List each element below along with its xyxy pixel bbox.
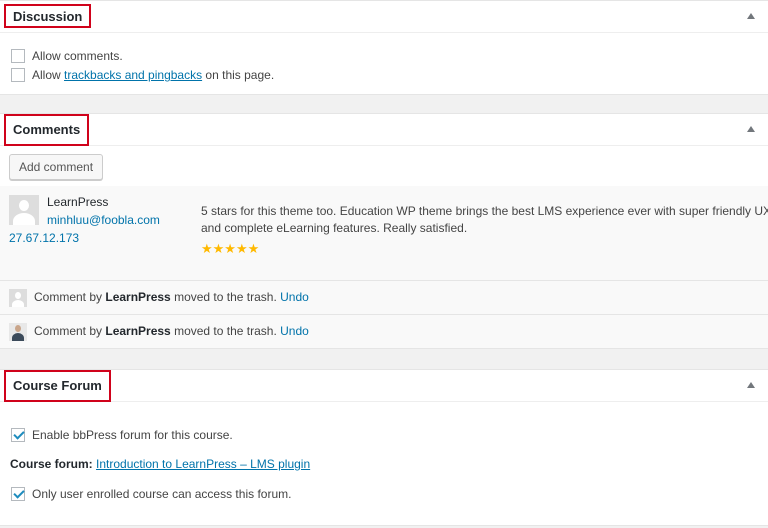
add-comment-button[interactable]: Add comment <box>9 154 104 180</box>
avatar <box>9 323 27 341</box>
rating-stars: ★★★★★ <box>201 241 260 256</box>
course-forum-header[interactable]: Course Forum <box>0 370 768 402</box>
discussion-panel: Discussion Allow comments. Allow trackba… <box>0 0 768 95</box>
undo-link[interactable]: Undo <box>280 324 309 338</box>
discussion-title: Discussion <box>4 4 92 28</box>
course-forum-link[interactable]: Introduction to LearnPress – LMS plugin <box>96 457 310 471</box>
course-forum-label: Course forum: <box>10 457 93 471</box>
discussion-header[interactable]: Discussion <box>0 1 768 33</box>
trash-notice-prefix: Comment by <box>34 324 106 338</box>
trackbacks-link[interactable]: trackbacks and pingbacks <box>64 68 202 82</box>
trash-notice-author: LearnPress <box>105 290 171 304</box>
restrict-access-checkbox[interactable] <box>11 487 25 501</box>
trash-notice-prefix: Comment by <box>34 290 106 304</box>
trash-notice-text: Comment by LearnPress moved to the trash… <box>34 289 309 305</box>
undo-link[interactable]: Undo <box>280 290 309 304</box>
comment-text-line-2: and complete eLearning features. Really … <box>201 221 468 235</box>
comments-title: Comments <box>4 114 90 146</box>
trash-notice-text: Comment by LearnPress moved to the trash… <box>34 323 309 339</box>
trash-notice: Comment by LearnPress moved to the trash… <box>0 314 768 348</box>
allow-trackbacks-checkbox[interactable] <box>11 68 25 82</box>
comment-author: LearnPress <box>47 195 109 209</box>
trash-notice-author: LearnPress <box>105 324 171 338</box>
course-forum-field: Course forum: Introduction to LearnPress… <box>10 456 310 472</box>
trash-notice-suffix: moved to the trash. <box>170 324 281 338</box>
trash-notice: Comment by LearnPress moved to the trash… <box>0 280 768 314</box>
collapse-arrow-icon[interactable] <box>747 382 755 388</box>
comment-text-line-1: 5 stars for this theme too. Education WP… <box>201 204 768 218</box>
collapse-arrow-icon[interactable] <box>747 126 755 132</box>
course-forum-panel: Course Forum Enable bbPress forum for th… <box>0 369 768 526</box>
enable-forum-checkbox[interactable] <box>11 428 25 442</box>
comments-header[interactable]: Comments <box>0 114 768 146</box>
avatar <box>9 195 39 225</box>
allow-trackbacks-label: Allow trackbacks and pingbacks on this p… <box>32 67 274 83</box>
course-forum-title: Course Forum <box>4 370 111 402</box>
avatar <box>9 289 27 307</box>
allow-trackbacks-suffix: on this page. <box>202 68 275 82</box>
allow-comments-label: Allow comments. <box>32 49 123 63</box>
allow-comments-checkbox[interactable] <box>11 49 25 63</box>
collapse-arrow-icon[interactable] <box>747 13 755 19</box>
comment-item: LearnPress minhluu@foobla.com 27.67.12.1… <box>0 186 768 281</box>
enable-forum-label: Enable bbPress forum for this course. <box>32 428 233 442</box>
allow-trackbacks-prefix: Allow <box>32 68 65 82</box>
comments-panel: Comments Add comment LearnPress minhluu@… <box>0 113 768 349</box>
restrict-access-label: Only user enrolled course can access thi… <box>32 487 292 501</box>
comment-author-email[interactable]: minhluu@foobla.com <box>47 212 160 228</box>
comment-author-ip[interactable]: 27.67.12.173 <box>9 230 79 246</box>
trash-notice-suffix: moved to the trash. <box>170 290 281 304</box>
